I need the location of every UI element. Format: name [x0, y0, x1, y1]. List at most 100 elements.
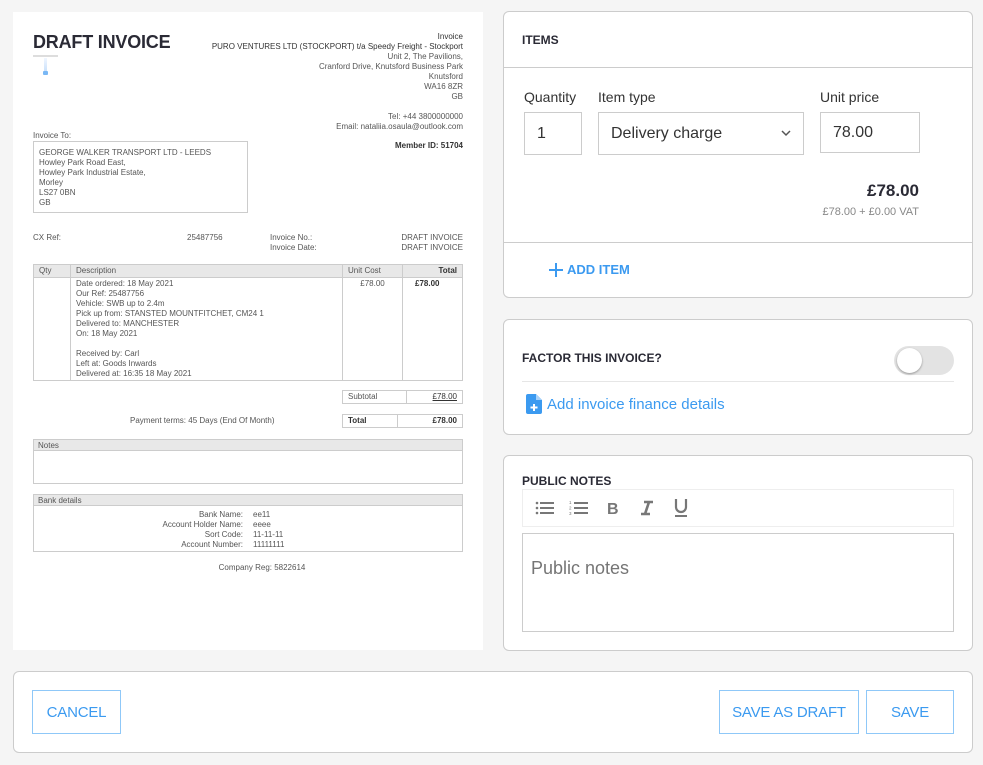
- invoice-to-address: GEORGE WALKER TRANSPORT LTD - LEEDS Howl…: [33, 141, 248, 213]
- company-logo-icon: [33, 55, 58, 80]
- bank-key: Bank Name:: [198, 510, 243, 519]
- bank-value: ee11: [253, 510, 271, 519]
- company-email: Email: nataliia.osaula@outlook.com: [336, 122, 463, 131]
- svg-text:2: 2: [569, 506, 572, 511]
- document-label: Invoice: [437, 32, 463, 41]
- description-line: On: 18 May 2021: [76, 329, 138, 338]
- invoice-no-value: DRAFT INVOICE: [401, 233, 463, 242]
- address-line: GB: [39, 198, 51, 207]
- address-line: GEORGE WALKER TRANSPORT LTD - LEEDS: [39, 148, 212, 157]
- description-line: Date ordered: 18 May 2021: [76, 279, 174, 288]
- unit-price-label: Unit price: [820, 89, 880, 105]
- bank-value: 11111111: [253, 540, 285, 549]
- svg-text:3: 3: [569, 511, 572, 516]
- bullet-list-button[interactable]: [535, 498, 555, 518]
- bullet-list-icon: [535, 501, 554, 515]
- plus-icon: [549, 262, 563, 277]
- description-line: Vehicle: SWB up to 2.4m: [76, 299, 165, 308]
- company-address-line: Cranford Drive, Knutsford Business Park: [318, 62, 463, 71]
- public-notes-title: PUBLIC NOTES: [522, 474, 612, 488]
- bank-value: 11-11-11: [253, 530, 284, 539]
- company-details: Invoice PURO VENTURES LTD (STOCKPORT) t/…: [212, 32, 463, 132]
- description-line: Pick up from: STANSTED MOUNTFITCHET, CM2…: [76, 309, 264, 318]
- col-description: Description: [70, 264, 343, 278]
- factor-toggle[interactable]: [894, 346, 954, 375]
- bold-icon: B: [607, 501, 619, 516]
- finance-link-label: Add invoice finance details: [547, 395, 725, 413]
- company-address-line: WA16 8ZR: [424, 82, 463, 91]
- factor-title: FACTOR THIS INVOICE?: [522, 351, 662, 365]
- quantity-input[interactable]: [524, 112, 582, 155]
- bank-value: eeee: [253, 520, 271, 529]
- bank-key: Sort Code:: [204, 530, 243, 539]
- description-line: Delivered at: 16:35 18 May 2021: [76, 369, 192, 378]
- numbered-list-icon: 1 2 3: [569, 500, 588, 516]
- underline-icon: [674, 499, 688, 517]
- company-address-line: GB: [451, 92, 463, 101]
- row-unit-cost: £78.00: [342, 277, 403, 381]
- unit-price-input[interactable]: [820, 112, 920, 153]
- description-line: Received by: Carl: [76, 349, 140, 358]
- subtotal-label: Subtotal: [342, 390, 407, 404]
- subtotal-value: £78.00: [405, 390, 464, 404]
- cx-ref-value: 25487756: [187, 233, 223, 242]
- notes-header: Notes: [34, 440, 462, 451]
- invoice-references: CX Ref: 25487756 Invoice No.: DRAFT INVO…: [33, 233, 463, 253]
- bank-row: Account Holder Name: eeee: [34, 520, 462, 530]
- svg-text:B: B: [607, 501, 619, 516]
- bank-row: Account Number: 11111111: [34, 540, 462, 550]
- invoice-to-label: Invoice To:: [33, 131, 72, 140]
- chevron-down-icon: [781, 130, 791, 137]
- bold-button[interactable]: B: [603, 498, 623, 518]
- italic-icon: [641, 500, 653, 516]
- address-line: Howley Park Road East,: [39, 158, 126, 167]
- items-title: ITEMS: [522, 33, 559, 47]
- invoice-date-label: Invoice Date:: [270, 243, 317, 252]
- cx-ref-label: CX Ref:: [33, 233, 62, 242]
- line-total: £78.00: [867, 181, 919, 200]
- public-notes-input[interactable]: [522, 533, 954, 632]
- bank-details-section: Bank details Bank Name: ee11 Account Hold…: [33, 494, 463, 552]
- table-row: Date ordered: 18 May 2021 Our Ref: 25487…: [33, 277, 463, 381]
- bank-key: Account Holder Name:: [162, 520, 243, 529]
- save-as-draft-button[interactable]: SAVE AS DRAFT: [719, 690, 859, 734]
- total-table: Total £78.00: [342, 414, 463, 428]
- subtotal-table: Subtotal £78.00: [342, 390, 464, 404]
- total-value: £78.00: [396, 414, 463, 428]
- item-type-select[interactable]: Delivery charge: [598, 112, 804, 155]
- item-type-label: Item type: [598, 89, 656, 105]
- invoice-line-table: Qty Description Unit Cost Total Date ord…: [33, 264, 463, 381]
- row-qty: [33, 277, 71, 381]
- address-line: Morley: [39, 178, 64, 187]
- save-button[interactable]: SAVE: [866, 690, 954, 734]
- svg-text:1: 1: [569, 500, 572, 505]
- editor-toolbar: 1 2 3 B: [522, 489, 954, 527]
- action-bar: CANCEL SAVE AS DRAFT SAVE: [13, 671, 973, 753]
- row-description: Date ordered: 18 May 2021 Our Ref: 25487…: [70, 277, 343, 381]
- company-name: PURO VENTURES LTD (STOCKPORT) t/a Speedy…: [211, 42, 463, 51]
- col-unit-cost: Unit Cost: [342, 264, 403, 278]
- member-id: Member ID: 51704: [394, 141, 463, 150]
- bank-row: Bank Name: ee11: [34, 510, 462, 520]
- add-item-button[interactable]: ADD ITEM: [549, 262, 630, 277]
- address-line: LS27 0BN: [39, 188, 76, 197]
- items-card: ITEMS Quantity Item type Unit price Deli…: [503, 11, 973, 298]
- add-item-label: ADD ITEM: [567, 262, 630, 277]
- company-reg: Company Reg: 5822614: [218, 563, 306, 572]
- preview-notes-section: Notes: [33, 439, 463, 484]
- total-label: Total: [342, 414, 398, 428]
- description-line: Delivered to: MANCHESTER: [76, 319, 180, 328]
- numbered-list-button[interactable]: 1 2 3: [569, 498, 589, 518]
- payment-terms: Payment terms: 45 Days (End Of Month): [130, 416, 275, 425]
- col-qty: Qty: [33, 264, 71, 278]
- bank-details-header: Bank details: [34, 495, 462, 506]
- preview-title: DRAFT INVOICE: [33, 32, 171, 52]
- company-tel: Tel: +44 3800000000: [388, 112, 463, 121]
- cancel-button[interactable]: CANCEL: [32, 690, 121, 734]
- invoice-date-value: DRAFT INVOICE: [401, 243, 463, 252]
- underline-button[interactable]: [671, 498, 691, 518]
- italic-button[interactable]: [637, 498, 657, 518]
- invoice-preview: DRAFT INVOICE Invoice PURO VENTURES LTD …: [13, 12, 483, 650]
- company-address-line: Knutsford: [428, 72, 463, 81]
- add-finance-details-link[interactable]: Add invoice finance details: [526, 394, 725, 414]
